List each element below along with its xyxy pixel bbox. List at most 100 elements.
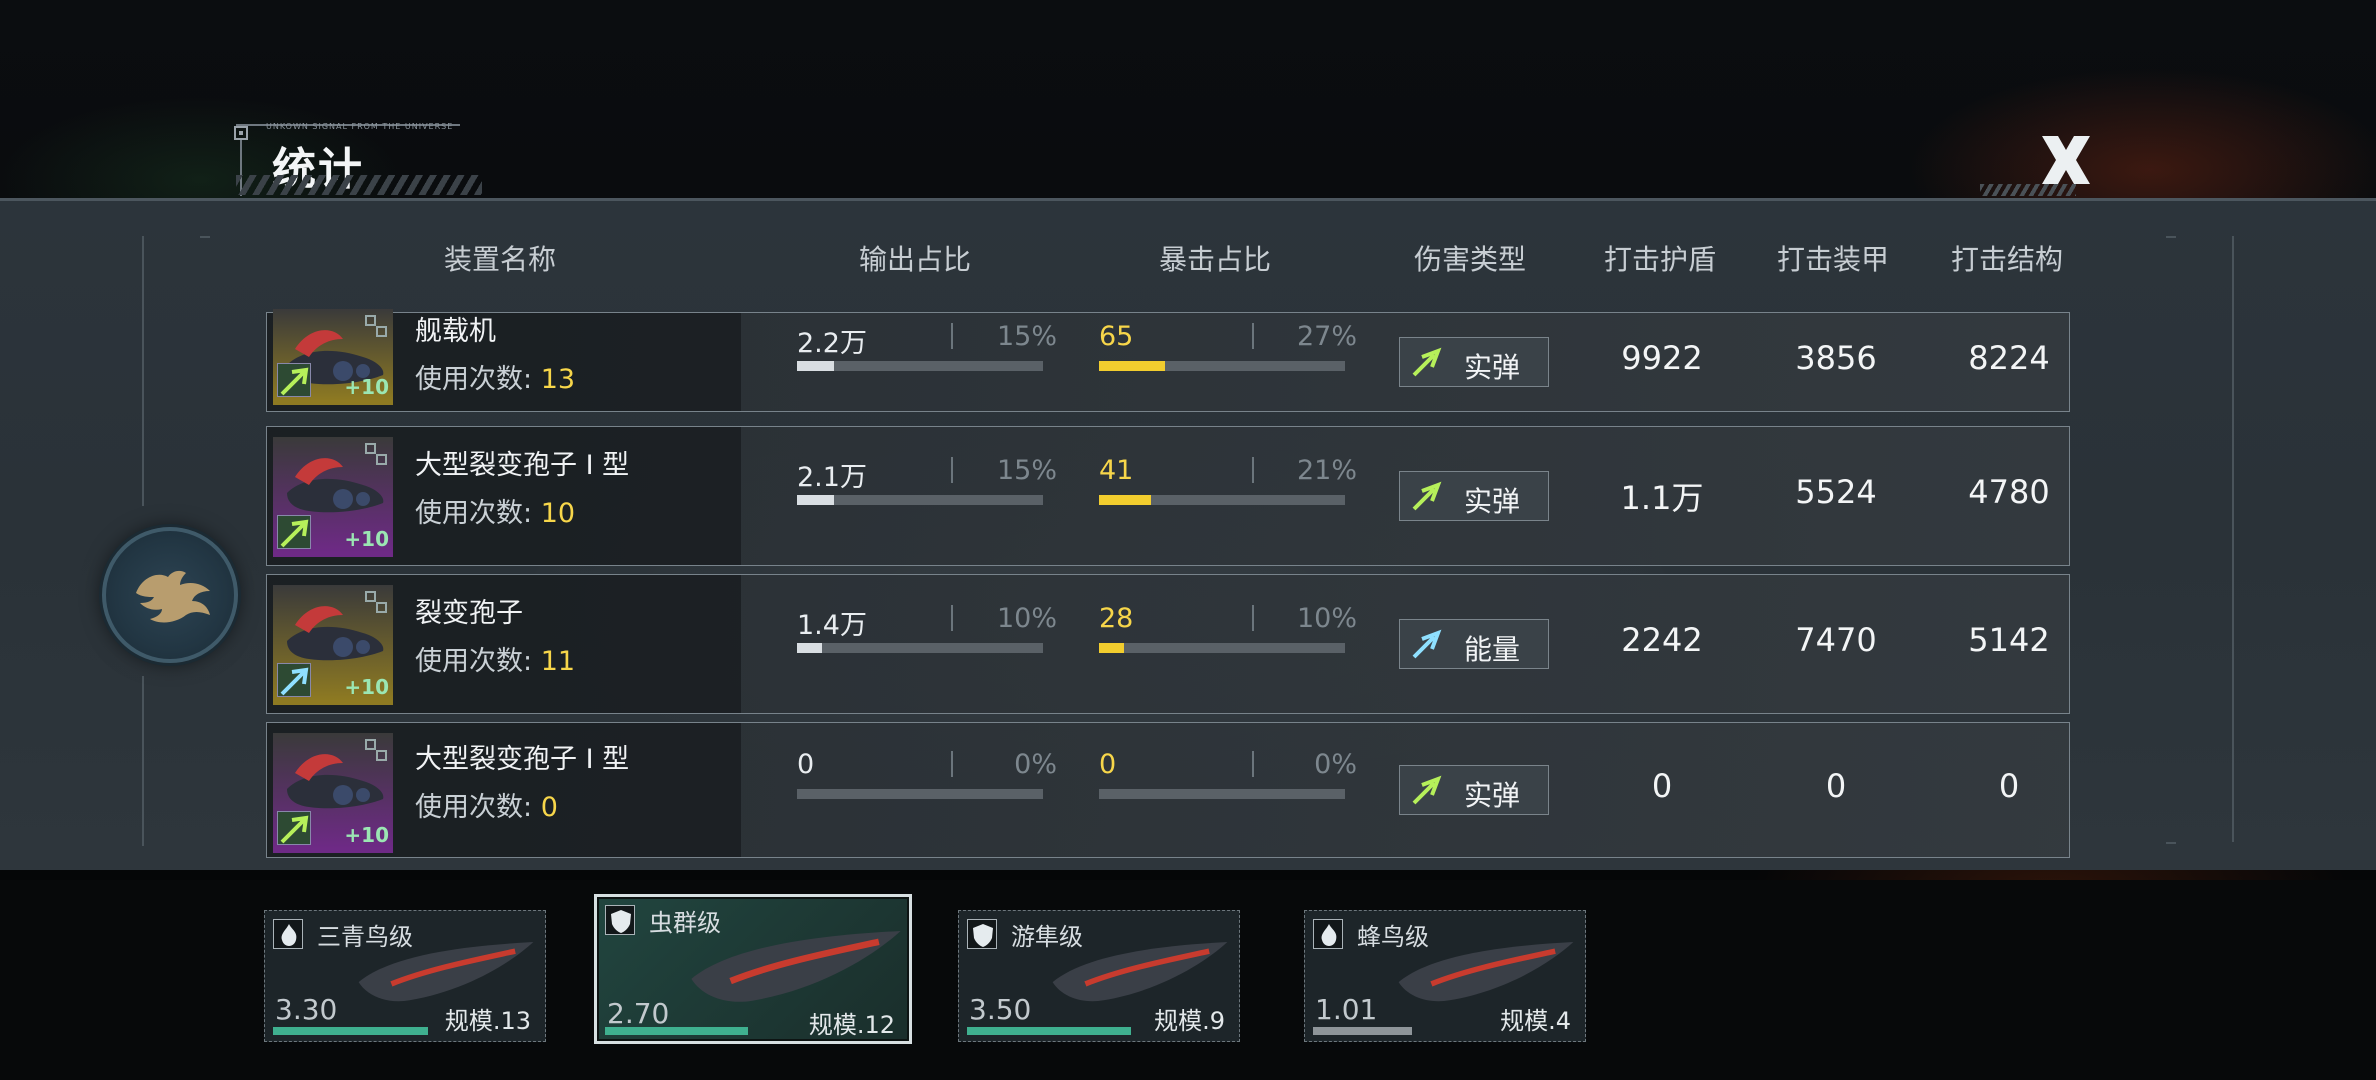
close-button[interactable] — [2036, 130, 2096, 190]
ship-card[interactable]: 蜂鸟级 1.01 规模.4 — [1304, 910, 1586, 1042]
crit-bar-fill — [1099, 495, 1151, 505]
output-value: 2.2万 — [797, 328, 867, 359]
ship-value: 3.50 — [969, 993, 1032, 1026]
crit-divider — [1252, 751, 1254, 777]
kinetic-icon — [1410, 479, 1444, 513]
flame-icon — [273, 919, 303, 949]
header-output-ratio: 输出占比 — [858, 243, 971, 276]
hit-armor-value: 5524 — [1795, 473, 1877, 511]
ship-value: 3.30 — [275, 993, 338, 1026]
use-count: 使用次数: 11 — [415, 639, 575, 678]
hit-structure-value: 8224 — [1968, 339, 2050, 377]
ship-card[interactable]: 游隼级 3.50 规模.9 — [958, 910, 1240, 1042]
ship-value-bar — [1313, 1027, 1412, 1035]
ship-value: 1.01 — [1315, 993, 1378, 1026]
output-bar-fill — [797, 643, 822, 653]
frame-corner-tr — [2166, 236, 2176, 238]
output-bar-fill — [797, 361, 834, 371]
ship-card[interactable]: 虫群级 2.70 规模.12 — [594, 894, 912, 1044]
use-count-label: 使用次数: — [415, 792, 541, 823]
crit-percent: 10% — [1296, 603, 1357, 634]
frame-line-left-top — [142, 236, 144, 506]
close-icon — [2042, 136, 2090, 184]
crit-bar-fill — [1099, 361, 1166, 371]
damage-type-badge: 实弹 — [1399, 337, 1549, 387]
ship-scale: 规模.9 — [1154, 1007, 1225, 1035]
output-bar — [797, 361, 1043, 371]
ship-class-name: 蜂鸟级 — [1357, 923, 1429, 951]
table-row[interactable]: +10 大型裂变孢子 I 型 使用次数: 0 0 0% 0 0% 实弹 0 0 … — [266, 722, 2070, 858]
stack-icon — [365, 443, 387, 465]
crit-value: 0 — [1099, 749, 1117, 780]
output-value: 1.4万 — [797, 610, 867, 641]
crit-percent: 27% — [1296, 321, 1357, 352]
use-count-value: 10 — [540, 498, 576, 529]
output-bar — [797, 789, 1043, 799]
crit-bar — [1099, 643, 1345, 653]
crit-bar — [1099, 361, 1345, 371]
ship-value-bar — [273, 1027, 429, 1035]
hit-armor-value: 0 — [1825, 767, 1847, 805]
ship-scale: 规模.12 — [808, 1011, 895, 1039]
upgrade-level: +10 — [344, 675, 389, 699]
ship-class-name: 游隼级 — [1011, 923, 1083, 951]
kinetic-icon — [1410, 773, 1444, 807]
energy-icon — [277, 663, 311, 697]
hit-structure-value: 4780 — [1968, 473, 2050, 511]
frame-corner-tl — [200, 236, 210, 238]
crit-divider — [1252, 605, 1254, 631]
output-value: 0 — [797, 749, 815, 780]
energy-icon — [1410, 627, 1444, 661]
use-count-value: 11 — [540, 646, 576, 677]
damage-type-label: 实弹 — [1464, 485, 1521, 518]
device-name: 大型裂变孢子 I 型 — [415, 450, 630, 481]
table-row[interactable]: +10 大型裂变孢子 I 型 使用次数: 10 2.1万 15% 41 21% … — [266, 426, 2070, 566]
table-row[interactable]: +10 舰载机 使用次数: 13 2.2万 15% 65 27% 实弹 9922… — [266, 309, 2070, 412]
header-hit-armor: 打击装甲 — [1776, 243, 1889, 276]
output-bar — [797, 643, 1043, 653]
kinetic-icon — [277, 515, 311, 549]
use-count-label: 使用次数: — [415, 364, 541, 395]
stack-icon — [365, 315, 387, 337]
crit-bar-fill — [1099, 643, 1124, 653]
hit-structure-value: 0 — [1998, 767, 2020, 805]
output-percent: 10% — [996, 603, 1057, 634]
output-percent: 15% — [996, 321, 1057, 352]
use-count-value: 13 — [540, 364, 576, 395]
kinetic-icon — [1410, 345, 1444, 379]
header-hit-shield: 打击护盾 — [1603, 243, 1716, 276]
use-count-value: 0 — [540, 792, 558, 823]
phoenix-icon — [136, 570, 210, 623]
damage-type-label: 实弹 — [1464, 351, 1521, 384]
crit-value: 41 — [1099, 455, 1134, 486]
device-name: 裂变孢子 — [415, 598, 523, 629]
device-thumbnail: +10 — [273, 309, 393, 405]
upgrade-level: +10 — [344, 375, 389, 399]
faction-emblem[interactable] — [102, 527, 238, 663]
crit-divider — [1252, 323, 1254, 349]
ship-value-bar — [605, 1027, 749, 1035]
crit-bar — [1099, 495, 1345, 505]
stack-icon — [365, 739, 387, 761]
shield-icon — [605, 905, 635, 935]
frame-line-right — [2232, 236, 2234, 842]
use-count: 使用次数: 0 — [415, 785, 558, 824]
output-value: 2.1万 — [797, 462, 867, 493]
hit-shield-value: 9922 — [1621, 339, 1703, 377]
table-row[interactable]: +10 裂变孢子 使用次数: 11 1.4万 10% 28 10% 能量 224… — [266, 574, 2070, 714]
crit-percent: 21% — [1296, 455, 1357, 486]
ship-card[interactable]: 三青鸟级 3.30 规模.13 — [264, 910, 546, 1042]
device-thumbnail: +10 — [273, 733, 393, 853]
output-divider — [951, 457, 953, 483]
hit-shield-value: 2242 — [1621, 621, 1703, 659]
header-damage-type: 伤害类型 — [1413, 243, 1526, 276]
hit-shield-value: 1.1万 — [1620, 479, 1704, 517]
use-count: 使用次数: 13 — [415, 357, 575, 396]
ship-value-bar — [967, 1027, 1131, 1035]
output-divider — [951, 751, 953, 777]
crit-value: 28 — [1099, 603, 1134, 634]
damage-type-badge: 实弹 — [1399, 471, 1549, 521]
damage-type-badge: 实弹 — [1399, 765, 1549, 815]
crit-divider — [1252, 457, 1254, 483]
ship-class-name: 三青鸟级 — [317, 923, 413, 951]
